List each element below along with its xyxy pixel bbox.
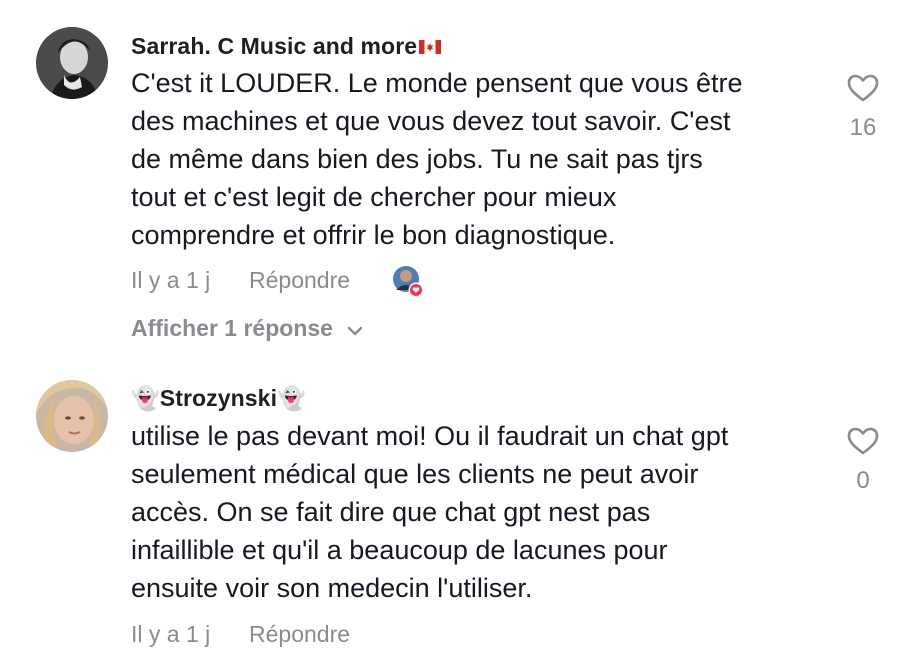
avatar[interactable] (36, 380, 108, 452)
like-count: 0 (856, 467, 870, 494)
comment-username[interactable]: Sarrah. C Music and more (131, 32, 442, 60)
chevron-down-icon (347, 314, 363, 342)
avatar-photo-icon (36, 27, 108, 99)
comment-time: Il y a 1 j (131, 621, 211, 647)
comment-username[interactable]: 👻Strozynski👻 (131, 384, 306, 412)
like-count: 16 (849, 114, 877, 141)
view-replies-button[interactable]: Afficher 1 réponse (131, 314, 363, 342)
comment-meta: Il y a 1 j Répondre (131, 620, 350, 648)
like-group: 0 (840, 426, 886, 495)
creator-avatar-icon (393, 266, 424, 298)
comment-item: Sarrah. C Music and more C'est it LOUDER… (0, 0, 910, 360)
comment-time: Il y a 1 j (131, 267, 211, 293)
heart-icon[interactable] (840, 426, 886, 461)
heart-icon[interactable] (840, 73, 886, 108)
comment-text: C'est it LOUDER. Le monde pensent que vo… (131, 68, 743, 250)
comment-item: 👻Strozynski👻 utilise le pas devant moi! … (0, 360, 910, 656)
like-group: 16 (840, 73, 886, 142)
reply-button[interactable]: Répondre (249, 620, 350, 648)
ghost-icon: 👻 (277, 385, 306, 411)
canada-flag-icon (419, 32, 442, 60)
ghost-icon: 👻 (131, 385, 160, 411)
reply-button[interactable]: Répondre (249, 266, 350, 294)
comment-text: utilise le pas devant moi! Ou il faudrai… (131, 421, 729, 603)
avatar-photo-icon (36, 380, 108, 452)
comment-meta: Il y a 1 j Répondre (131, 266, 350, 294)
avatar[interactable] (36, 27, 108, 99)
creator-liked-badge (391, 264, 425, 298)
